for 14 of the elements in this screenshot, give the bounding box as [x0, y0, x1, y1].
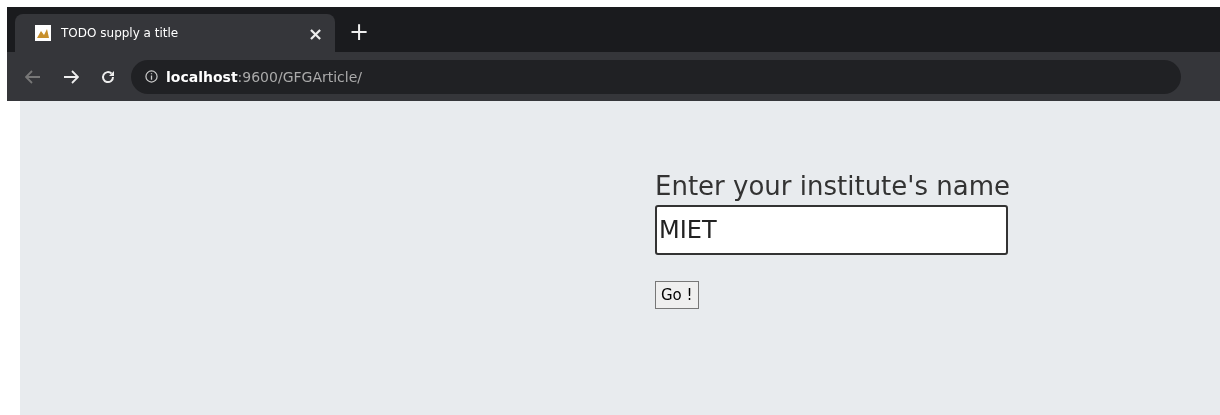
tab-title: TODO supply a title	[61, 26, 180, 40]
url-text: localhost:9600/GFGArticle/	[166, 68, 363, 85]
reload-icon[interactable]	[101, 69, 115, 84]
browser-tab[interactable]: TODO supply a title ×	[15, 14, 335, 52]
forward-icon[interactable]	[63, 69, 79, 84]
favicon-icon	[35, 25, 51, 41]
back-icon[interactable]	[25, 69, 41, 84]
info-icon	[145, 70, 158, 83]
field-label: Enter your institute's name	[655, 171, 1010, 201]
name-input-field[interactable]: MIET	[655, 205, 1008, 255]
address-bar[interactable]: localhost:9600/GFGArticle/	[131, 59, 1181, 94]
new-tab-button[interactable]: +	[349, 18, 370, 46]
close-tab-button[interactable]: ×	[307, 22, 323, 44]
go-button[interactable]: Go !	[655, 281, 699, 309]
